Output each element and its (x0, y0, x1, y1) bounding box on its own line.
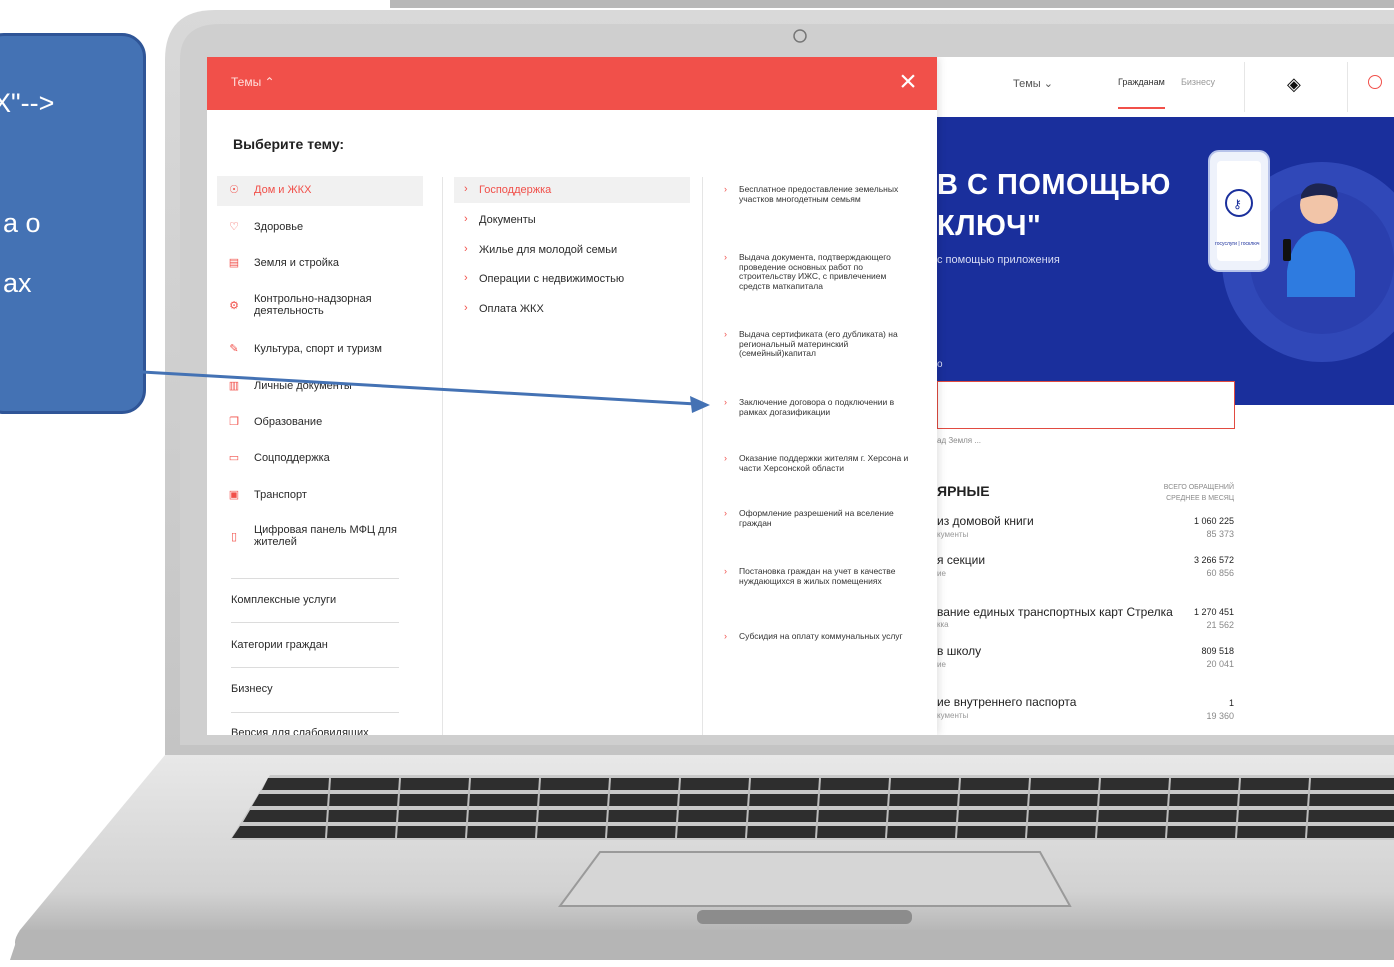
palette-icon: ✎ (229, 343, 239, 355)
hero-banner: В С ПОМОЩЬЮ КЛЮЧ" с помощью приложения о… (937, 117, 1394, 405)
choose-topic-title: Выберите тему: (233, 136, 345, 152)
subtopic-item[interactable]: › Операции с недвижимостью (454, 266, 690, 292)
active-tab-indicator (1118, 107, 1165, 109)
chevron-right-icon: › (724, 184, 727, 194)
building-icon: ▤ (228, 257, 240, 269)
hero-title-line1: В С ПОМОЩЬЮ (937, 169, 1171, 201)
annotation-callout: Х"--> а о ах (0, 33, 146, 414)
bus-icon: ▣ (228, 489, 240, 501)
trackpad (558, 851, 1072, 907)
header-business-tab[interactable]: Бизнесу (1181, 77, 1215, 87)
phone-caption: госуслуги | госключ (1215, 241, 1260, 247)
category-item[interactable]: ⚙ Контрольно-надзорная деятельность (217, 287, 423, 325)
popular-row-sub: ие (937, 569, 946, 578)
phone-icon: ▯ (230, 531, 238, 543)
chevron-right-icon: › (464, 302, 468, 314)
popular-row-name[interactable]: из домовой книги (937, 514, 1034, 528)
popular-row-total: 1 (1228, 698, 1234, 708)
chevron-right-icon: › (724, 252, 727, 262)
popular-row-total: 3 266 572 (1193, 555, 1234, 565)
chevron-right-icon: › (464, 213, 468, 225)
popular-row-name[interactable]: ие внутреннего паспорта (937, 695, 1076, 709)
popular-row-total: 1 060 225 (1193, 516, 1234, 526)
subtopic-item[interactable]: › Оплата ЖКХ (454, 296, 690, 322)
business-link[interactable]: Бизнесу (231, 683, 273, 695)
chevron-right-icon: › (724, 508, 727, 518)
hero-subtitle: с помощью приложения (937, 254, 1060, 266)
popular-row-sub: кументы (937, 711, 969, 720)
gear-icon: ⚙ (229, 300, 239, 312)
chevron-right-icon: › (724, 453, 727, 463)
document-icon: ▥ (228, 380, 240, 392)
category-item[interactable]: ▣ Транспорт (217, 481, 423, 511)
popular-row-sub: кументы (937, 530, 969, 539)
complex-services-link[interactable]: Комплексные услуги (231, 594, 336, 606)
accessible-version-link[interactable]: Версия для слабовидящих (231, 727, 369, 735)
laptop-screen: Темы ⌄ Гражданам Бизнесу ◈ В С ПОМОЩЬЮ К… (207, 57, 1394, 735)
search-tags[interactable]: ад Земля ... (937, 436, 981, 445)
eye-icon[interactable]: ◈ (1287, 74, 1301, 95)
chevron-right-icon: › (724, 566, 727, 576)
col-total-header: ВСЕГО ОБРАЩЕНИЙ (1163, 484, 1234, 491)
popular-row-avg: 60 856 (1206, 568, 1234, 578)
popular-row-avg: 21 562 (1206, 620, 1234, 630)
popular-row-name[interactable]: в школу (937, 644, 981, 658)
popular-row-name[interactable]: вание единых транспортных карт Стрелка (937, 605, 1173, 619)
popular-row-avg: 85 373 (1206, 529, 1234, 539)
popular-row-avg: 19 360 (1206, 711, 1234, 721)
popular-row-sub: ие (937, 660, 946, 669)
book-icon: ❐ (229, 416, 239, 428)
chevron-right-icon: › (724, 397, 727, 407)
popular-row-total: 1 270 451 (1193, 607, 1234, 617)
category-item[interactable]: ▤ Земля и стройка (217, 249, 423, 279)
chevron-right-icon: › (724, 329, 727, 339)
user-icon[interactable] (1368, 75, 1382, 89)
chevron-right-icon: › (464, 243, 468, 255)
category-item[interactable]: ▥ Личные документы (217, 372, 423, 402)
subtopic-item[interactable]: › Жилье для молодой семьи (454, 237, 690, 263)
category-item[interactable]: ❐ Образование (217, 408, 423, 438)
popular-row-total: 809 518 (1201, 646, 1234, 656)
subtopic-item[interactable]: › Документы (454, 207, 690, 233)
callout-line3: ах (3, 268, 32, 298)
svg-text:⚷: ⚷ (1233, 197, 1242, 211)
category-item[interactable]: ▯ Цифровая панель МФЦ для жителей (217, 518, 423, 556)
category-item[interactable]: ▭ Соцподдержка (217, 444, 423, 474)
category-item[interactable]: ✎ Культура, спорт и туризм (217, 335, 423, 365)
category-item[interactable]: ♡ Здоровье (217, 213, 423, 243)
hero-illustration: ⚷ госуслуги | госключ (1208, 150, 1394, 362)
bulb-icon: ☉ (229, 184, 239, 196)
close-icon[interactable]: × (893, 67, 923, 97)
subtopic-item[interactable]: › Господдержка (454, 177, 690, 203)
popular-row-avg: 20 041 (1206, 659, 1234, 669)
chevron-right-icon: › (464, 183, 468, 195)
chevron-right-icon: › (464, 272, 468, 284)
popular-title: ЯРНЫЕ (937, 483, 990, 499)
heart-icon: ♡ (229, 221, 239, 233)
category-item[interactable]: ☉ Дом и ЖКХ (217, 176, 423, 206)
callout-line1: Х"--> (0, 88, 55, 118)
popular-row-sub: кка (937, 620, 949, 629)
col-avg-header: СРЕДНЕЕ В МЕСЯЦ (1166, 495, 1234, 502)
callout-line2: а о (3, 208, 41, 238)
support-icon: ▭ (228, 452, 240, 464)
hero-title-line2: КЛЮЧ" (937, 210, 1042, 242)
chevron-right-icon: › (724, 631, 727, 641)
search-input[interactable] (937, 381, 1235, 429)
citizen-categories-link[interactable]: Категории граждан (231, 639, 328, 651)
topics-menu: Темы ⌃ × Выберите тему: ☉ Дом и ЖКХ ♡ Зд… (207, 57, 937, 735)
popular-row-name[interactable]: я секции (937, 553, 985, 567)
menu-topics-toggle[interactable]: Темы ⌃ (231, 75, 275, 89)
header-citizens-tab[interactable]: Гражданам (1118, 77, 1165, 87)
header-topics-link[interactable]: Темы ⌄ (1013, 77, 1053, 90)
menu-bar: Темы ⌃ × (207, 57, 937, 110)
